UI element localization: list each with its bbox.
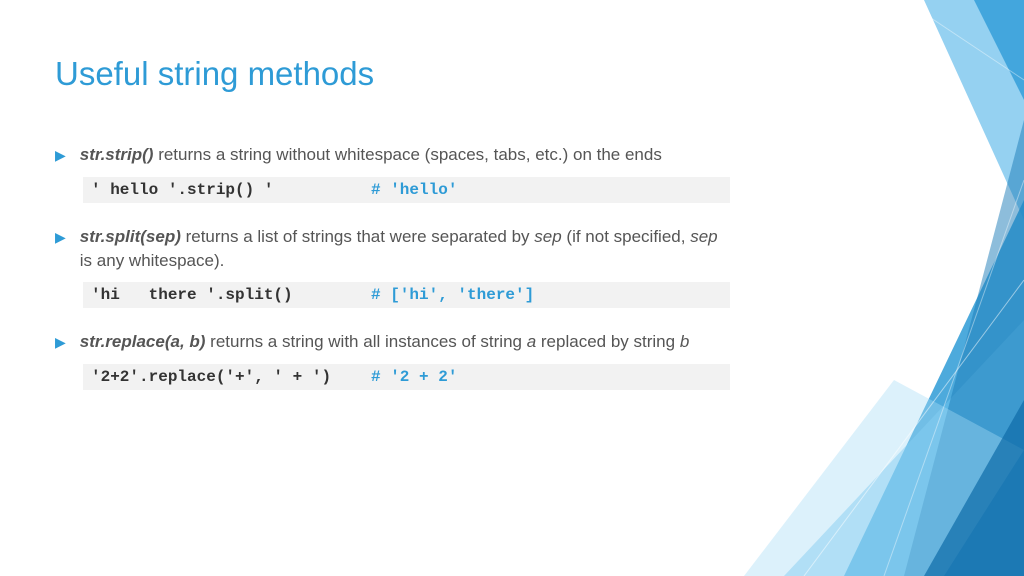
method-description: str.replace(a, b) returns a string with … (80, 330, 690, 354)
code-input: '2+2'.replace('+', ' + ') (91, 368, 371, 386)
code-comment: # 'hello' (371, 181, 457, 199)
bullet-row: ▶ str.strip() returns a string without wh… (55, 143, 730, 167)
bullet-icon: ▶ (55, 147, 66, 164)
code-comment: # '2 + 2' (371, 368, 457, 386)
bullet-icon: ▶ (55, 229, 66, 246)
slide-title: Useful string methods (55, 55, 730, 93)
method-item: ▶ str.replace(a, b) returns a string with… (55, 330, 730, 390)
slide-content: Useful string methods ▶ str.strip() retur… (0, 0, 780, 390)
code-example: '2+2'.replace('+', ' + ')# '2 + 2' (83, 364, 730, 390)
method-item: ▶ str.split(sep) returns a list of string… (55, 225, 730, 309)
bullet-row: ▶ str.replace(a, b) returns a string with… (55, 330, 730, 354)
background-decoration (744, 0, 1024, 576)
bullet-icon: ▶ (55, 334, 66, 351)
code-example: ' hello '.strip() '# 'hello' (83, 177, 730, 203)
method-item: ▶ str.strip() returns a string without wh… (55, 143, 730, 203)
bullet-row: ▶ str.split(sep) returns a list of string… (55, 225, 730, 273)
code-comment: # ['hi', 'there'] (371, 286, 534, 304)
method-description: str.strip() returns a string without whi… (80, 143, 662, 167)
code-input: 'hi there '.split() (91, 286, 371, 304)
code-example: 'hi there '.split()# ['hi', 'there'] (83, 282, 730, 308)
method-description: str.split(sep) returns a list of strings… (80, 225, 730, 273)
code-input: ' hello '.strip() ' (91, 181, 371, 199)
